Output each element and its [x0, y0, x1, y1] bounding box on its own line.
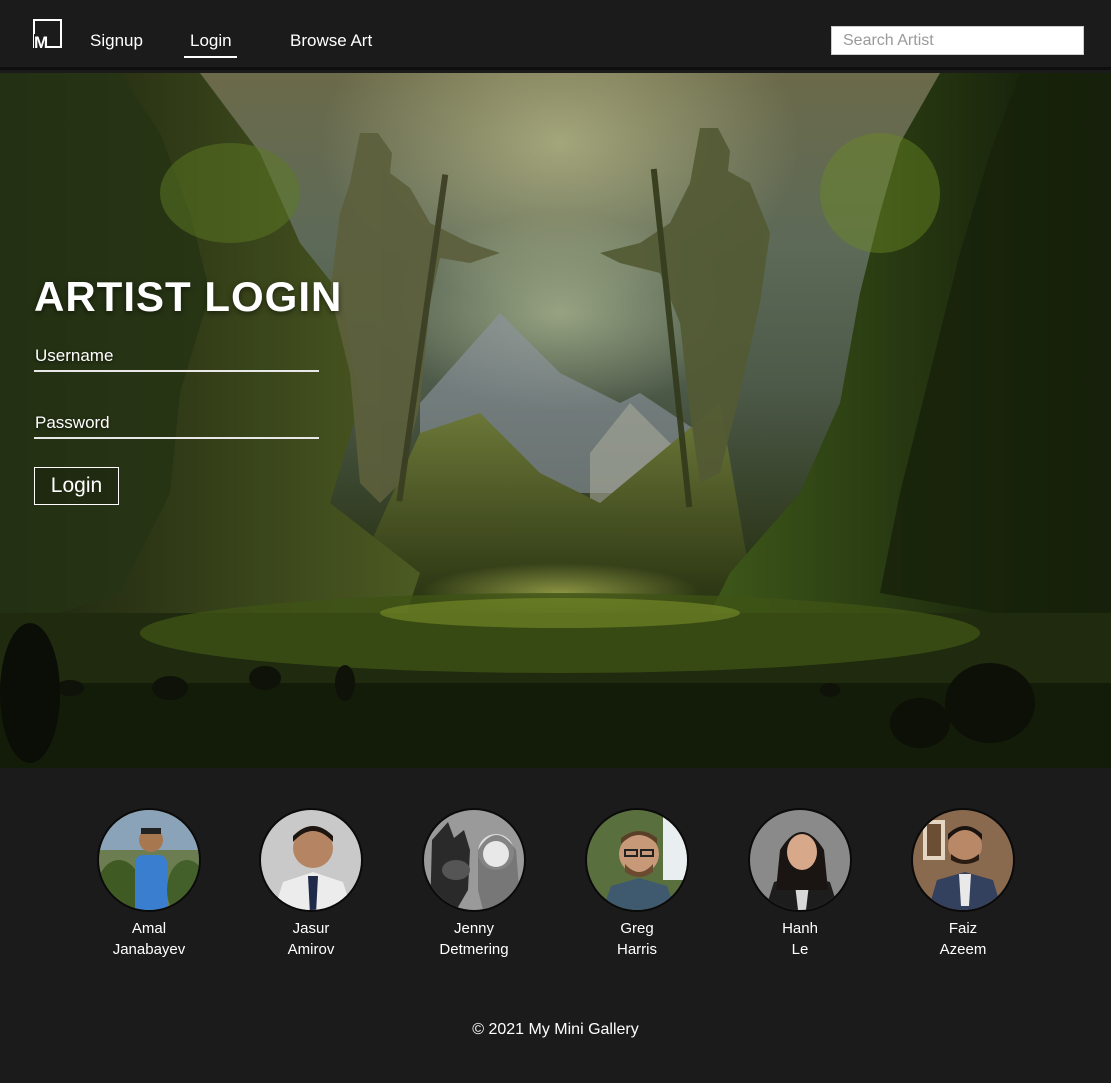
nav-link-signup[interactable]: Signup: [90, 31, 143, 51]
team-member: Amal Janabayev: [79, 808, 219, 960]
artist-login-title: ARTIST LOGIN: [34, 273, 343, 320]
navbar: M Signup Login Browse Art: [0, 0, 1111, 70]
avatar: [259, 808, 363, 912]
team-section: Amal Janabayev Jasur Amirov Jenny Detmer…: [0, 768, 1111, 1083]
password-input[interactable]: [34, 408, 319, 438]
username-underline: [34, 370, 319, 372]
avatar: [748, 808, 852, 912]
avatar: [585, 808, 689, 912]
avatar: [911, 808, 1015, 912]
member-last-name: Janabayev: [112, 941, 186, 958]
login-button[interactable]: Login: [34, 467, 119, 505]
logo-letter: M: [34, 33, 50, 52]
avatar: [422, 808, 526, 912]
nav-link-login[interactable]: Login: [184, 31, 237, 58]
footer-copyright: © 2021 My Mini Gallery: [472, 1021, 639, 1038]
member-first-name: Jasur: [292, 920, 330, 937]
member-first-name: Hanh: [782, 920, 818, 937]
member-last-name: Le: [791, 941, 809, 958]
hero-banner: ARTIST LOGIN Username Password Login: [0, 73, 1111, 768]
team-member: Jasur Amirov: [241, 808, 381, 960]
search-artist-input[interactable]: [831, 26, 1084, 55]
member-first-name: Greg: [620, 920, 654, 937]
team-member: Jenny Detmering: [404, 808, 544, 960]
member-last-name: Azeem: [939, 941, 987, 958]
password-underline: [34, 437, 319, 439]
nav-link-browse-art[interactable]: Browse Art: [290, 31, 372, 51]
team-member: Faiz Azeem: [893, 808, 1033, 960]
member-first-name: Faiz: [948, 920, 978, 937]
username-input[interactable]: [34, 341, 319, 371]
logo[interactable]: M: [33, 19, 62, 52]
member-first-name: Amal: [131, 920, 167, 937]
avatar: [97, 808, 201, 912]
member-last-name: Harris: [617, 941, 657, 958]
member-last-name: Amirov: [287, 941, 335, 958]
member-first-name: Jenny: [453, 920, 495, 937]
team-member: Hanh Le: [730, 808, 870, 960]
member-last-name: Detmering: [439, 941, 509, 958]
team-member: Greg Harris: [567, 808, 707, 960]
